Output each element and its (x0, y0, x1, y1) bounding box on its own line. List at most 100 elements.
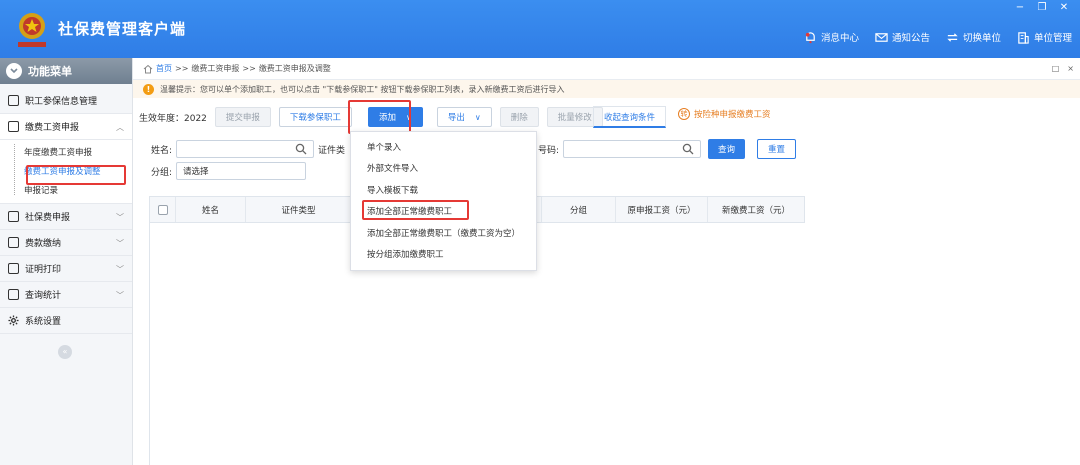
menu-item-highlight (362, 200, 469, 220)
chart-icon (8, 289, 19, 300)
download-employees-button[interactable]: 下载参保职工 (278, 107, 352, 127)
breadcrumb: 首页 >> 缴费工资申报 >> 缴费工资申报及调整 (133, 58, 1080, 80)
nav-message-center[interactable]: 消息中心 (804, 30, 859, 44)
group-label: 分组: (151, 167, 173, 178)
delete-button[interactable]: 删除 (499, 107, 539, 127)
nav-label: 消息中心 (820, 33, 859, 44)
breadcrumb-level1: 缴费工资申报 (191, 64, 240, 73)
breadcrumb-home[interactable]: 首页 (156, 63, 172, 74)
building-icon (1018, 31, 1029, 44)
sidebar-item-label: 查询统计 (25, 291, 62, 301)
column-header: 分组 (542, 197, 616, 222)
emblem-logo-icon (18, 13, 46, 47)
export-button[interactable]: 导出 ∨ (436, 107, 492, 127)
chevron-down-icon: ﹀ (116, 291, 124, 300)
mail-icon (875, 32, 888, 42)
name-input[interactable] (176, 140, 315, 158)
group-row: 分组: 请选择 (151, 162, 307, 180)
sidebar-item-label: 费款缴纳 (25, 239, 62, 249)
column-header: 姓名 (176, 197, 246, 222)
search-icon (682, 143, 694, 155)
sidebar-item-certificate-print[interactable]: 证明打印 ﹀ (0, 256, 132, 282)
nav-announcements[interactable]: 通知公告 (875, 30, 930, 44)
declare-by-category-label: 按险种申报缴费工资 (694, 110, 771, 120)
print-icon (8, 263, 19, 274)
sidebar-header-label: 功能菜单 (28, 65, 72, 78)
chevron-down-icon: ∨ (474, 112, 481, 122)
id-type-label: 证件类 (318, 145, 346, 156)
number-row: 号码: (538, 140, 702, 158)
home-icon (143, 64, 153, 73)
chevron-down-icon: ﹀ (116, 213, 124, 222)
column-header: 原申报工资（元） (616, 197, 708, 222)
breadcrumb-separator: >> (242, 64, 256, 73)
nav-switch-unit[interactable]: 切换单位 (946, 30, 1001, 44)
breadcrumb-separator: >> (175, 64, 189, 73)
menu-item-external-import[interactable]: 外部文件导入 (351, 158, 536, 180)
switch-icon (947, 32, 958, 42)
column-header: 证件类型 (246, 197, 352, 222)
app-title: 社保费管理客户端 (58, 20, 187, 38)
search-icon (295, 143, 307, 155)
reset-button[interactable]: 重置 (757, 139, 797, 159)
pane-close-button[interactable]: × (1067, 64, 1074, 73)
chevron-down-icon: ﹀ (116, 239, 124, 248)
number-input[interactable] (563, 140, 702, 158)
nav-label: 切换单位 (962, 33, 1001, 44)
top-nav: 消息中心 通知公告 切换单位 单位管理 (804, 30, 1072, 44)
sidebar-item-social-security[interactable]: 社保费申报 ﹀ (0, 204, 132, 230)
sidebar: 功能菜单 职工参保信息管理 缴费工资申报 ︿ 年度缴费工资申报 缴费工资申报及调… (0, 58, 133, 465)
table-body (149, 223, 1080, 465)
sidebar-collapse-button[interactable]: « (58, 345, 72, 359)
export-button-label: 导出 (447, 113, 465, 123)
nav-label: 单位管理 (1033, 33, 1072, 44)
close-button[interactable]: ✕ (1058, 2, 1070, 13)
minimize-button[interactable]: − (1014, 2, 1026, 13)
sub-item-annual-wage[interactable]: 年度缴费工资申报 (16, 142, 132, 161)
sidebar-item-label: 社保费申报 (25, 213, 71, 223)
group-select[interactable]: 请选择 (176, 162, 307, 180)
warning-icon: ! (143, 83, 154, 95)
sidebar-header: 功能菜单 (0, 58, 132, 84)
sidebar-item-label: 证明打印 (25, 265, 62, 275)
window-controls: − ❐ ✕ (1014, 2, 1070, 13)
name-row: 姓名: 证件类 (151, 140, 345, 158)
sidebar-active-highlight (26, 165, 126, 185)
document-icon (8, 211, 19, 222)
menu-item-add-by-group[interactable]: 按分组添加缴费职工 (351, 244, 536, 266)
sidebar-item-employee-info[interactable]: 职工参保信息管理 (0, 88, 132, 114)
number-label: 号码: (538, 145, 560, 156)
sidebar-item-query-stats[interactable]: 查询统计 ﹀ (0, 282, 132, 308)
switch-icon: 转 (678, 108, 690, 120)
main-content: 首页 >> 缴费工资申报 >> 缴费工资申报及调整 □ × ! 温馨提示：您可以… (133, 58, 1080, 465)
column-header: 新缴费工资（元） (721, 205, 790, 216)
chevron-down-icon: ﹀ (116, 265, 124, 274)
sidebar-item-payment[interactable]: 费款缴纳 ﹀ (0, 230, 132, 256)
breadcrumb-level2: 缴费工资申报及调整 (258, 64, 331, 73)
gear-icon (8, 315, 19, 326)
name-label: 姓名: (151, 145, 173, 156)
nav-label: 通知公告 (891, 33, 930, 44)
menu-item-template-download[interactable]: 导入模板下载 (351, 179, 536, 201)
nav-unit-management[interactable]: 单位管理 (1017, 30, 1072, 44)
person-card-icon (8, 95, 19, 106)
tip-text: 温馨提示：您可以单个添加职工，也可以点击 "下载参保职工" 按钮下载参保职工列表… (160, 84, 565, 94)
select-all-cell (150, 197, 176, 222)
chevron-up-icon: ︿ (116, 123, 124, 132)
menu-item-add-all-normal-empty-wage[interactable]: 添加全部正常缴费职工（缴费工资为空） (351, 222, 536, 244)
wallet-icon (8, 237, 19, 248)
restore-button[interactable]: ❐ (1036, 2, 1048, 13)
tip-banner: ! 温馨提示：您可以单个添加职工，也可以点击 "下载参保职工" 按钮下载参保职工… (133, 80, 1080, 98)
declare-by-category-link[interactable]: 转 按险种申报缴费工资 (678, 108, 771, 120)
submit-declaration-button[interactable]: 提交申报 (214, 107, 271, 127)
sidebar-item-label: 系统设置 (25, 317, 62, 327)
sidebar-item-wage-declaration[interactable]: 缴费工资申报 ︿ (0, 114, 132, 140)
query-button[interactable]: 查询 (708, 139, 746, 159)
collapse-query-tab[interactable]: 收起查询条件 (593, 106, 667, 128)
sidebar-item-system-settings[interactable]: 系统设置 (0, 308, 132, 334)
menu-item-single-entry[interactable]: 单个录入 (351, 136, 536, 158)
sidebar-item-label: 职工参保信息管理 (25, 97, 98, 107)
pane-restore-button[interactable]: □ (1052, 64, 1060, 73)
select-all-checkbox[interactable] (157, 204, 168, 215)
bell-icon (805, 31, 815, 43)
